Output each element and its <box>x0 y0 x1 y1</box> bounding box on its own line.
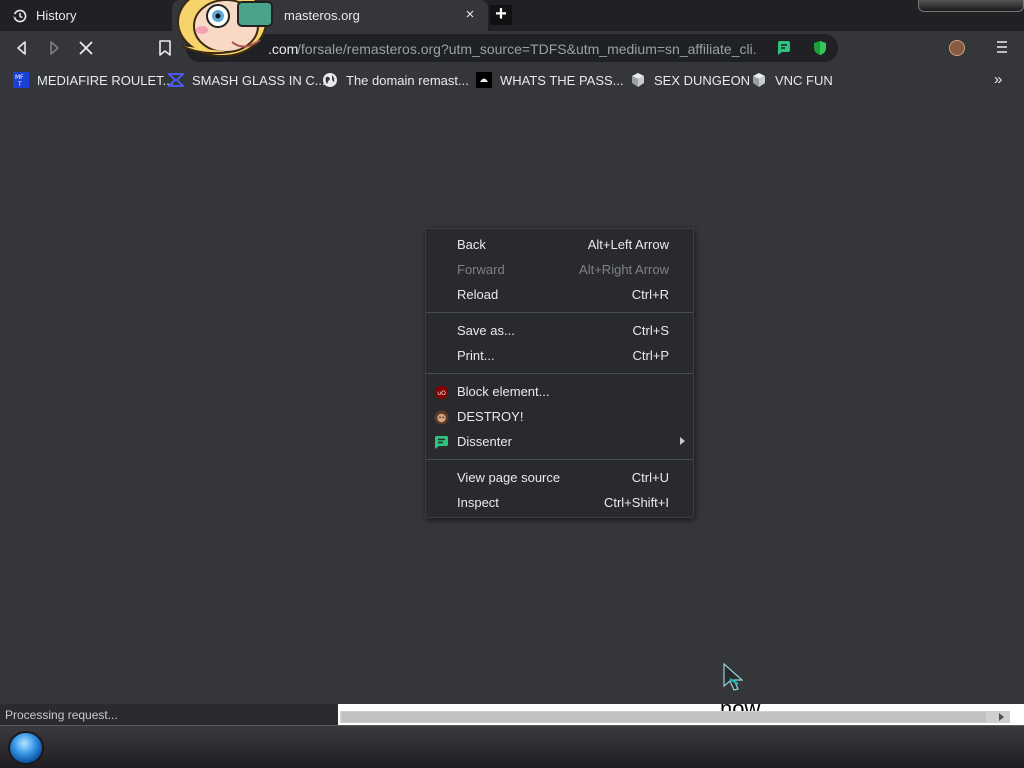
url-path: /forsale/remasteros.org?utm_source=TDFS&… <box>297 41 757 57</box>
bookmark-item[interactable]: MF T MEDIAFIRE ROULET... <box>13 71 174 89</box>
bookmark-item[interactable]: SEX DUNGEON <box>630 71 750 89</box>
menu-item-accelerator: Alt+Right Arrow <box>579 262 669 277</box>
menu-item-accelerator: Ctrl+P <box>632 348 669 363</box>
menu-item-reload[interactable]: Reload Ctrl+R <box>426 283 693 308</box>
menu-item-label: Dissenter <box>457 434 512 449</box>
tab-strip: History masteros.org × + <box>0 0 1024 31</box>
menu-item-label: View page source <box>457 470 561 485</box>
menu-item-print[interactable]: Print... Ctrl+P <box>426 344 693 369</box>
menu-item-label: Save as... <box>457 323 515 338</box>
window-frame-decoration <box>918 0 1024 12</box>
tab-history[interactable]: History <box>0 0 170 31</box>
menu-item-block-element[interactable]: uO Block element... <box>426 380 693 405</box>
scroll-right-arrow-icon[interactable] <box>999 713 1004 721</box>
menu-item-label: Back <box>457 237 486 252</box>
menu-item-accelerator: Alt+Left Arrow <box>587 237 669 252</box>
menu-item-label: DESTROY! <box>457 409 524 424</box>
menu-item-save-as[interactable]: Save as... Ctrl+S <box>426 319 693 344</box>
mediafire-icon: MF T <box>13 72 29 88</box>
bookmark-label: MEDIAFIRE ROULET... <box>37 72 174 88</box>
menu-item-label: Forward <box>457 262 505 277</box>
history-icon <box>12 9 27 22</box>
menu-item-accelerator: Ctrl+R <box>631 287 669 302</box>
menu-item-label: Block element... <box>457 384 550 399</box>
globe-icon <box>323 73 337 87</box>
bookmark-label: SMASH GLASS IN C... <box>192 72 326 88</box>
taskbar <box>0 725 1024 768</box>
dissenter-icon <box>435 436 448 449</box>
shield-extension-icon[interactable] <box>812 40 828 56</box>
mouse-cursor-icon <box>723 662 744 691</box>
new-tab-button[interactable]: + <box>490 4 512 25</box>
menu-item-label: Print... <box>457 348 495 363</box>
bookmark-item[interactable]: VNC FUN <box>751 71 833 89</box>
destroy-avatar-icon <box>434 410 449 425</box>
menu-item-destroy[interactable]: DESTROY! <box>426 405 693 430</box>
tab-history-title: History <box>36 8 77 23</box>
bookmark-label: WHATS THE PASS... <box>500 72 624 88</box>
forward-button-icon[interactable] <box>45 39 63 57</box>
menu-item-accelerator: Ctrl+S <box>632 323 669 338</box>
bookmarks-overflow-icon[interactable]: » <box>994 71 1002 88</box>
dissenter-extension-icon[interactable] <box>776 40 792 56</box>
menu-item-label: Inspect <box>457 495 499 510</box>
browser-menu-icon[interactable] <box>994 38 1010 56</box>
menu-item-view-source[interactable]: View page source Ctrl+U <box>426 466 693 491</box>
bookmark-item[interactable]: WHATS THE PASS... <box>476 71 624 89</box>
context-menu: Back Alt+Left Arrow Forward Alt+Right Ar… <box>425 228 694 518</box>
menu-separator <box>426 459 693 460</box>
menu-item-forward: Forward Alt+Right Arrow <box>426 258 693 283</box>
status-bubble: Processing request... <box>0 704 338 725</box>
tab-active-title: masteros.org <box>284 8 360 23</box>
menu-separator <box>426 373 693 374</box>
horizontal-scrollbar[interactable] <box>340 711 1010 723</box>
bookmark-label: The domain remast... <box>346 72 469 88</box>
menu-item-accelerator: Ctrl+U <box>631 470 669 485</box>
menu-item-inspect[interactable]: Inspect Ctrl+Shift+I <box>426 491 693 516</box>
submenu-arrow-icon <box>680 437 685 445</box>
menu-separator <box>426 312 693 313</box>
svg-text:T: T <box>17 81 22 88</box>
back-button-icon[interactable] <box>13 39 31 57</box>
menu-item-back[interactable]: Back Alt+Left Arrow <box>426 233 693 258</box>
bookmark-item[interactable]: The domain remast... <box>322 71 469 89</box>
ublock-icon: uO <box>435 385 448 400</box>
bookmark-item[interactable]: SMASH GLASS IN C... <box>168 71 326 89</box>
bookmark-label: SEX DUNGEON <box>654 72 751 88</box>
dungeon-icon <box>632 73 644 87</box>
bookmark-label: VNC FUN <box>775 72 833 88</box>
smash-glass-icon <box>168 73 184 87</box>
vnc-icon <box>753 73 765 87</box>
svg-text:uO: uO <box>437 390 446 397</box>
pass-icon <box>476 72 492 88</box>
profile-avatar[interactable] <box>949 40 965 56</box>
start-button[interactable] <box>8 731 44 765</box>
bookmarks-bar: MF T MEDIAFIRE ROULET... SMASH GLASS IN … <box>0 65 1024 94</box>
tab-close-icon[interactable]: × <box>462 7 478 23</box>
toolbar: .com /forsale/remasteros.org?utm_source=… <box>0 31 1024 65</box>
menu-item-label: Reload <box>457 287 499 302</box>
svg-text:MF: MF <box>15 74 24 81</box>
stop-loading-icon[interactable] <box>77 39 95 57</box>
menu-item-dissenter[interactable]: Dissenter <box>426 430 693 455</box>
menu-item-accelerator: Ctrl+Shift+I <box>603 495 669 510</box>
scrollbar-thumb[interactable] <box>342 712 986 722</box>
cartoon-avatar-icon <box>177 0 273 57</box>
